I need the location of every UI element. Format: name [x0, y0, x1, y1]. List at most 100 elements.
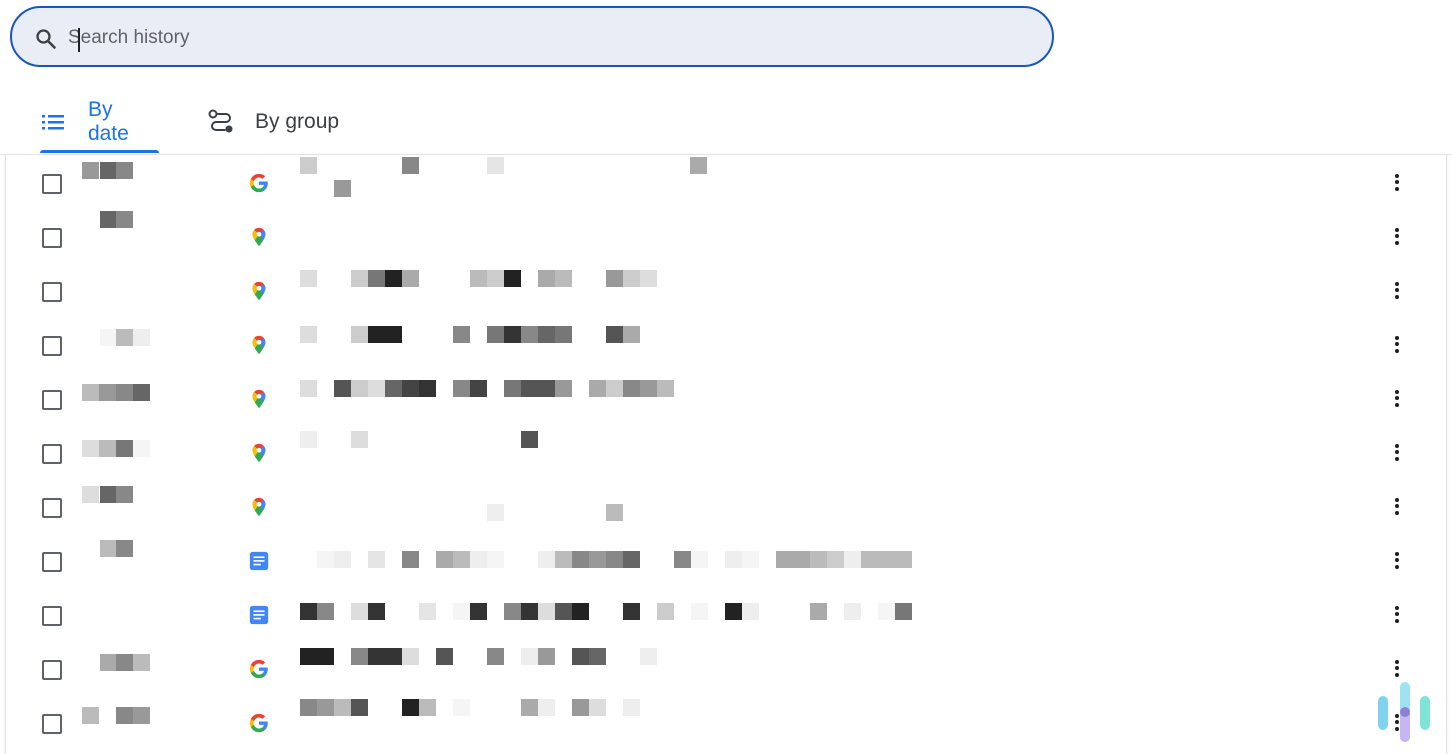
page-title-redacted[interactable] [294, 262, 934, 316]
selected-tab-indicator [40, 150, 159, 153]
page-title-redacted[interactable] [294, 370, 934, 424]
redaction-pixel [82, 440, 99, 457]
redaction-pixel [453, 326, 470, 343]
row-checkbox[interactable] [42, 714, 62, 734]
redaction-pixel [623, 699, 640, 716]
more-actions-icon[interactable] [1386, 225, 1408, 249]
history-row[interactable] [6, 370, 1446, 424]
more-actions-icon[interactable] [1386, 171, 1408, 195]
page-title-redacted[interactable] [294, 424, 934, 478]
more-actions-icon[interactable] [1386, 603, 1408, 627]
page-title-redacted[interactable] [294, 640, 934, 694]
redaction-pixel [300, 603, 317, 620]
search-bar[interactable] [10, 6, 1054, 67]
more-actions-icon[interactable] [1386, 495, 1408, 519]
history-row[interactable] [6, 316, 1446, 370]
redaction-pixel [300, 431, 317, 448]
search-input[interactable] [66, 22, 970, 54]
row-checkbox[interactable] [42, 282, 62, 302]
route-icon [208, 109, 233, 133]
redaction-pixel [538, 699, 555, 716]
docs-icon [249, 551, 269, 571]
redaction-pixel [572, 551, 589, 568]
redaction-pixel [555, 270, 572, 287]
redaction-pixel [487, 648, 504, 665]
history-row[interactable] [6, 154, 1446, 208]
redaction-pixel [487, 551, 504, 568]
redaction-pixel [657, 603, 674, 620]
history-row[interactable] [6, 694, 1446, 748]
page-title-redacted[interactable] [294, 478, 934, 532]
history-row[interactable] [6, 478, 1446, 532]
redaction-pixel [589, 551, 606, 568]
redaction-pixel [453, 603, 470, 620]
redaction-pixel [300, 380, 317, 397]
tab-by-group[interactable]: By group [207, 92, 357, 152]
redaction-pixel [385, 648, 402, 665]
row-checkbox[interactable] [42, 228, 62, 248]
row-checkbox[interactable] [42, 174, 62, 194]
redaction-pixel [810, 603, 827, 620]
row-checkbox[interactable] [42, 498, 62, 518]
page-title-redacted[interactable] [294, 532, 934, 586]
google-icon [249, 659, 268, 679]
redaction-pixel [470, 603, 487, 620]
row-checkbox[interactable] [42, 336, 62, 356]
page-title-redacted[interactable] [294, 586, 934, 640]
redaction-pixel [623, 551, 640, 568]
history-row[interactable] [6, 640, 1446, 694]
redaction-pixel [402, 699, 419, 716]
maps-pin-icon [252, 443, 266, 463]
redaction-pixel [895, 603, 912, 620]
row-checkbox[interactable] [42, 444, 62, 464]
redaction-pixel [351, 326, 368, 343]
history-row[interactable] [6, 262, 1446, 316]
more-actions-icon[interactable] [1386, 657, 1408, 681]
maps-pin-icon [252, 281, 266, 301]
page-title-redacted[interactable] [294, 208, 934, 262]
redaction-pixel [725, 603, 742, 620]
tab-by-date[interactable]: By date [40, 92, 159, 153]
redaction-pixel [589, 648, 606, 665]
row-checkbox[interactable] [42, 390, 62, 410]
more-actions-icon[interactable] [1386, 387, 1408, 411]
docs-icon [249, 605, 269, 625]
redaction-pixel [827, 551, 844, 568]
redaction-pixel [572, 603, 589, 620]
view-tabs: By date By group [0, 92, 1452, 155]
history-row[interactable] [6, 208, 1446, 262]
page-title-redacted[interactable] [294, 694, 934, 748]
more-actions-icon[interactable] [1386, 441, 1408, 465]
row-checkbox[interactable] [42, 552, 62, 572]
visit-time-redacted [82, 370, 162, 424]
more-actions-icon[interactable] [1386, 333, 1408, 357]
history-row[interactable] [6, 586, 1446, 640]
redaction-pixel [487, 326, 504, 343]
redaction-pixel [521, 648, 538, 665]
redaction-pixel [810, 551, 827, 568]
redaction-pixel [300, 699, 317, 716]
redaction-pixel [116, 440, 133, 457]
history-row[interactable] [6, 532, 1446, 586]
redaction-pixel [742, 603, 759, 620]
page-title-redacted[interactable] [294, 154, 934, 208]
redaction-pixel [844, 603, 861, 620]
redaction-pixel [453, 699, 470, 716]
row-checkbox[interactable] [42, 660, 62, 680]
more-actions-icon[interactable] [1386, 549, 1408, 573]
redaction-pixel [606, 270, 623, 287]
row-checkbox[interactable] [42, 606, 62, 626]
more-actions-icon[interactable] [1386, 279, 1408, 303]
redaction-pixel [742, 551, 759, 568]
redaction-pixel [351, 699, 368, 716]
redaction-pixel [82, 162, 99, 179]
redaction-pixel [538, 326, 555, 343]
history-row[interactable] [6, 424, 1446, 478]
redaction-pixel [334, 699, 351, 716]
redaction-pixel [368, 551, 385, 568]
redaction-pixel [368, 326, 385, 343]
redaction-pixel [419, 699, 436, 716]
redaction-pixel [133, 384, 150, 401]
page-title-redacted[interactable] [294, 316, 934, 370]
redaction-pixel [674, 551, 691, 568]
